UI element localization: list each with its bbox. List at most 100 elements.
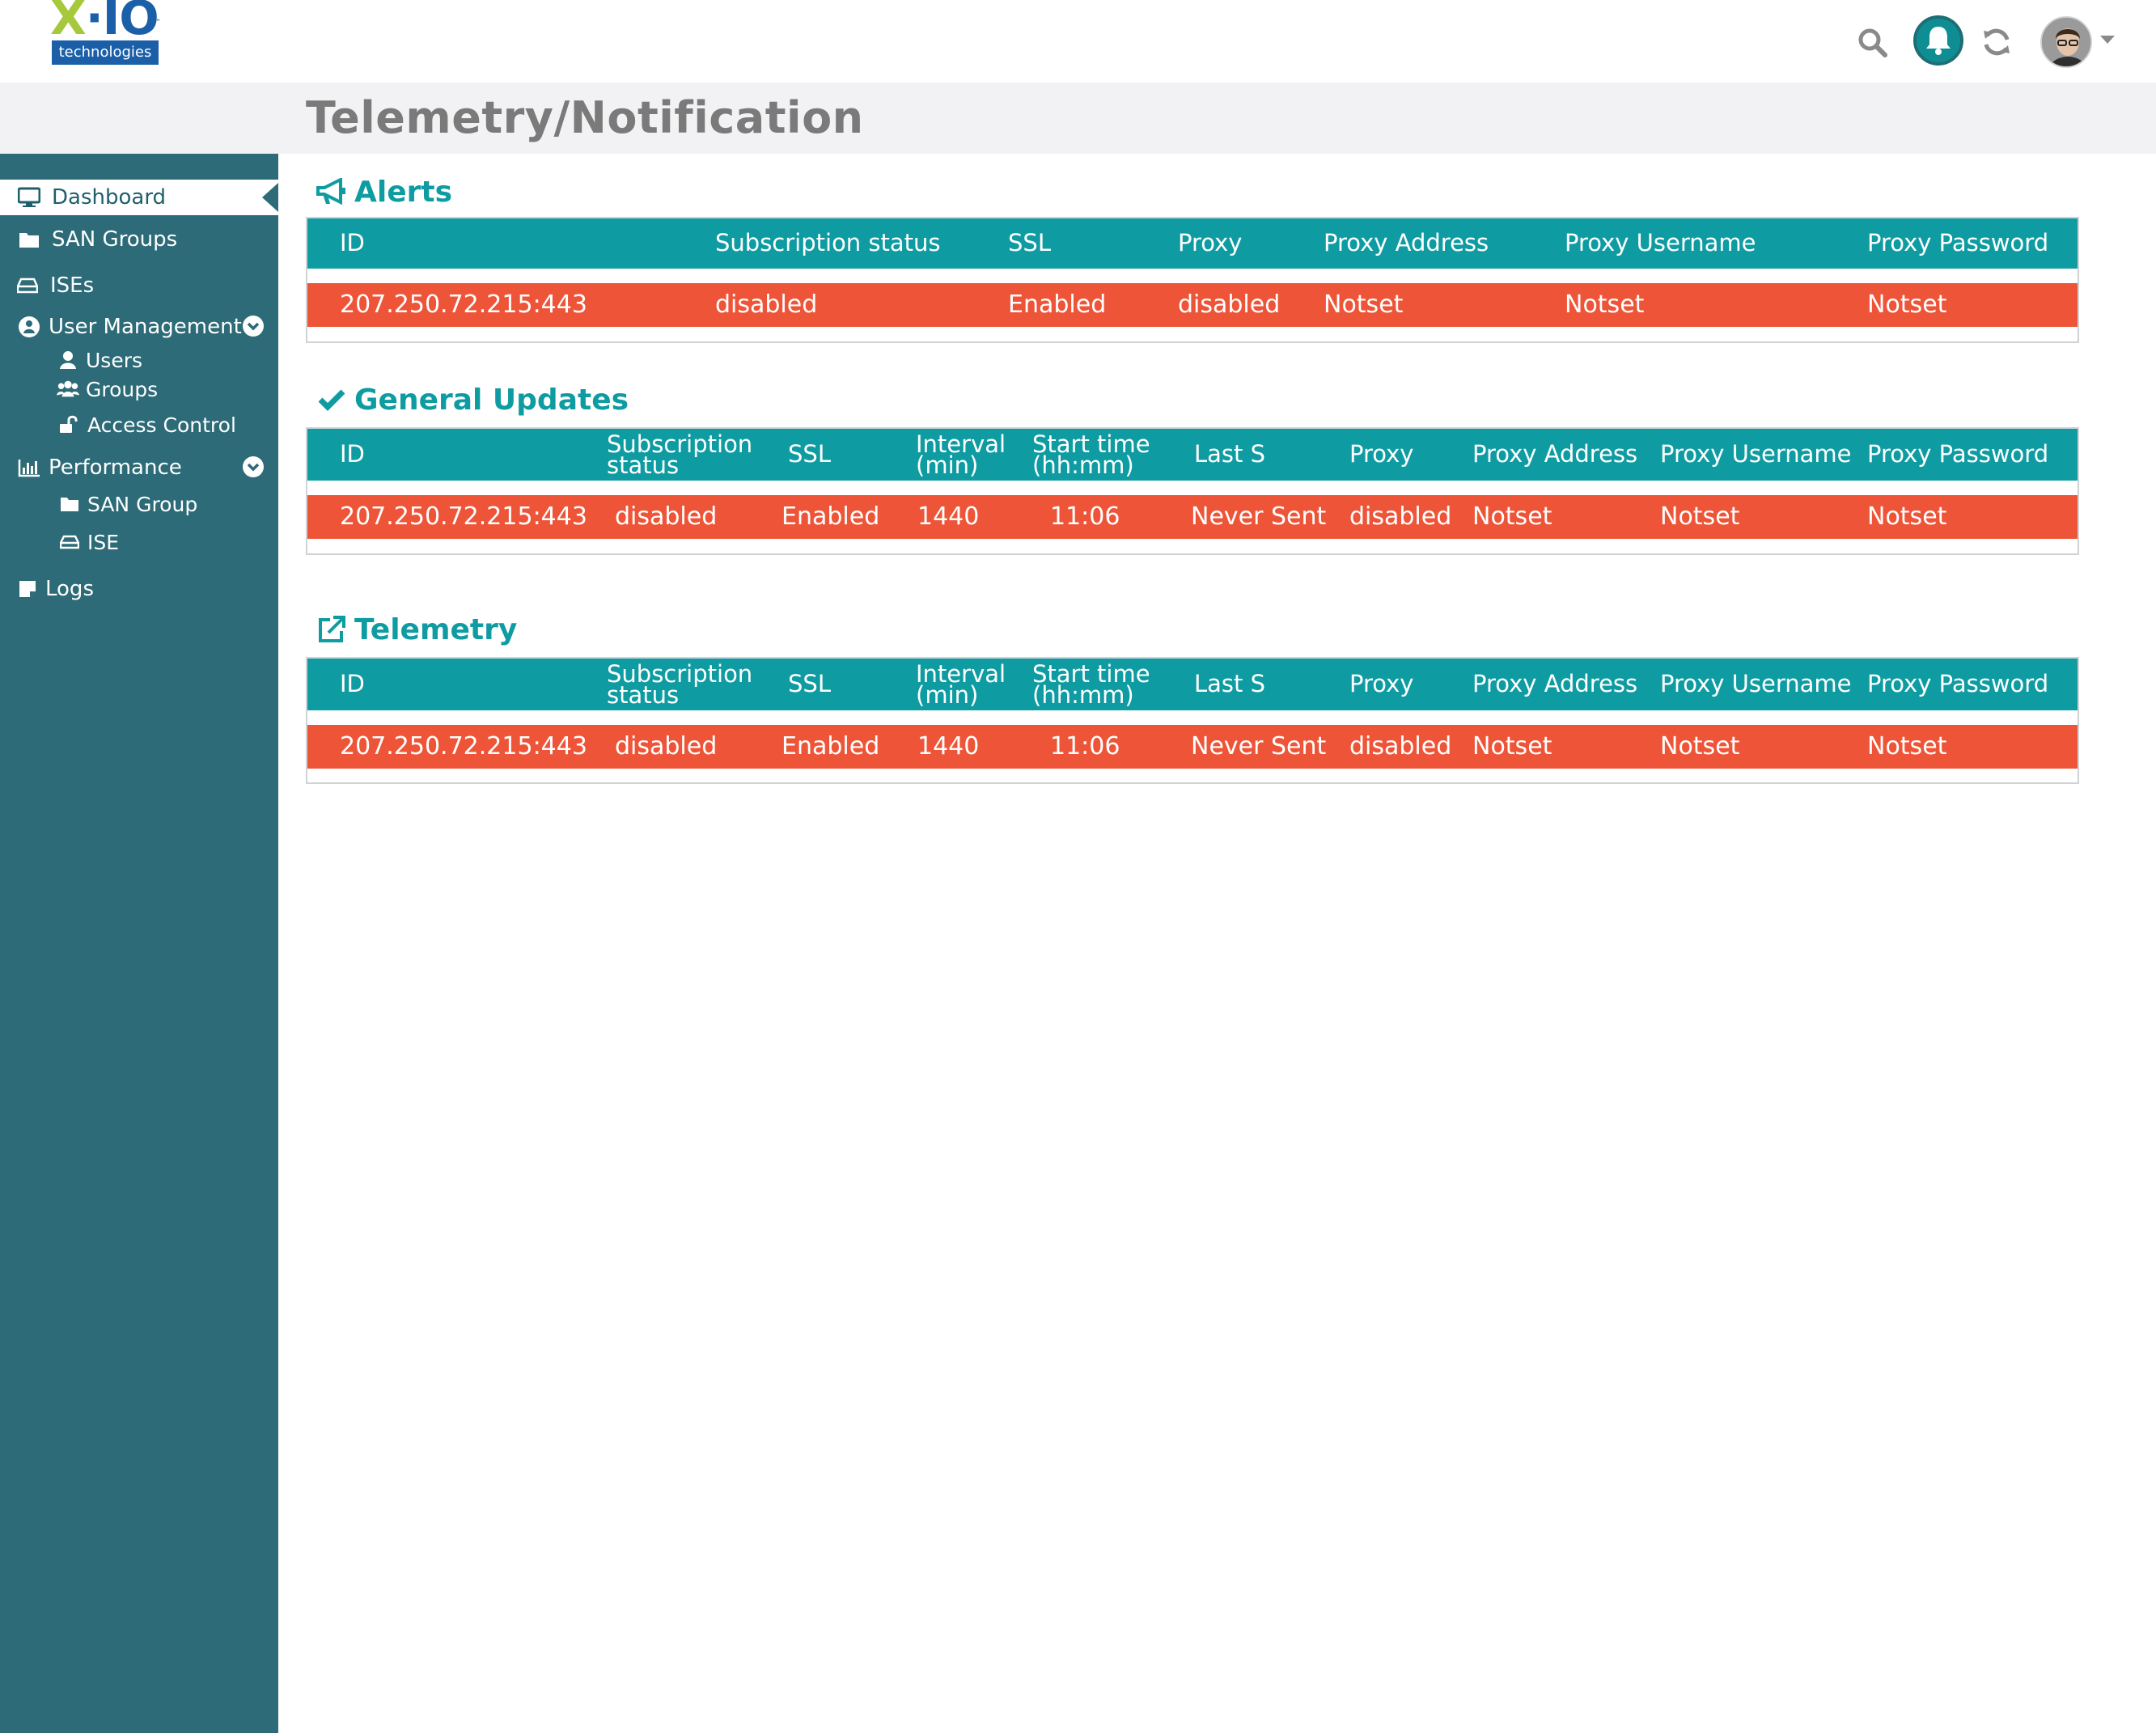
folder-icon	[58, 493, 81, 515]
table-row[interactable]: 207.250.72.215:443 disabled Enabled 1440…	[307, 495, 2078, 539]
cell-proxy-username: Notset	[1565, 290, 1645, 319]
refresh-icon	[1984, 28, 2010, 56]
col-header: Proxy Username	[1660, 670, 1852, 697]
user-menu[interactable]	[2040, 15, 2118, 68]
sidebar-item-ises[interactable]: ISEs	[0, 268, 278, 303]
table-row[interactable]: 207.250.72.215:443 disabled Enabled 1440…	[307, 725, 2078, 769]
cell-subscription-status: disabled	[615, 732, 718, 761]
col-header: ID	[340, 440, 365, 468]
cell-proxy-address: Notset	[1324, 290, 1404, 319]
col-header: Proxy	[1349, 440, 1414, 468]
col-header: Proxy	[1349, 670, 1414, 697]
col-header: Subscription status	[607, 660, 753, 709]
cell-proxy: disabled	[1349, 732, 1452, 761]
drive-icon	[16, 274, 39, 297]
note-icon	[16, 578, 39, 600]
alerts-table: ID Subscription status SSL Proxy Proxy A…	[306, 217, 2079, 343]
sidebar-item-san-groups[interactable]: SAN Groups	[0, 222, 278, 257]
sidebar-item-label: ISE	[87, 530, 120, 554]
sidebar-item-logs[interactable]: Logs	[0, 571, 278, 607]
user-icon	[57, 349, 79, 371]
table-row[interactable]: 207.250.72.215:443 disabled Enabled disa…	[307, 283, 2078, 327]
logo-tagline: technologies	[52, 40, 159, 65]
col-header: SSL	[788, 440, 831, 468]
sidebar-item-ise[interactable]: ISE	[0, 527, 278, 557]
cell-proxy: disabled	[1178, 290, 1281, 319]
sidebar-item-label: Users	[86, 348, 143, 372]
cell-interval: 1440	[917, 502, 980, 531]
col-header: Proxy Username	[1660, 440, 1852, 468]
col-header: Proxy Password	[1867, 229, 2049, 256]
cell-proxy-password: Notset	[1867, 732, 1947, 761]
cell-subscription-status: disabled	[715, 290, 818, 319]
col-header: Last S	[1194, 670, 1266, 697]
sidebar-item-label: ISEs	[50, 273, 95, 298]
sidebar-item-performance[interactable]: Performance	[0, 450, 278, 485]
caret-down-icon	[2100, 36, 2115, 44]
sidebar-item-users[interactable]: Users	[0, 345, 278, 375]
general-updates-table: ID Subscription status SSL Interval (min) …	[306, 427, 2079, 555]
cell-subscription-status: disabled	[615, 502, 718, 531]
cell-interval: 1440	[917, 732, 980, 761]
table-header: ID Subscription status SSL Proxy Proxy A…	[307, 218, 2078, 269]
col-header: Proxy Address	[1472, 440, 1638, 468]
chevron-down-icon[interactable]	[243, 316, 264, 337]
col-header: Start time (hh:mm)	[1032, 430, 1150, 479]
alerts-section-title: Alerts	[316, 172, 452, 212]
sidebar-item-san-group[interactable]: SAN Group	[0, 489, 278, 519]
search-icon	[1858, 28, 1887, 57]
telemetry-table: ID Subscription status SSL Interval (min) …	[306, 657, 2079, 784]
col-header: Proxy Password	[1867, 440, 2049, 468]
col-header: Start time (hh:mm)	[1032, 660, 1150, 709]
col-header: SSL	[788, 670, 831, 697]
cell-proxy-password: Notset	[1867, 290, 1947, 319]
notifications-button[interactable]	[1913, 15, 1963, 66]
folder-icon	[18, 228, 40, 251]
cell-proxy-username: Notset	[1660, 732, 1740, 761]
page-title-bar: Telemetry/Notification	[0, 83, 2156, 154]
cell-proxy-address: Notset	[1472, 732, 1552, 761]
cell-proxy-address: Notset	[1472, 502, 1552, 531]
avatar	[2040, 16, 2092, 68]
cell-start-time: 11:06	[1050, 502, 1120, 531]
sidebar-item-dashboard[interactable]: Dashboard	[0, 180, 278, 215]
cell-id: 207.250.72.215:443	[340, 290, 587, 319]
logo-wordmark: X·IO ™	[50, 0, 161, 45]
col-header: ID	[340, 229, 365, 256]
cell-proxy-password: Notset	[1867, 502, 1947, 531]
col-header: Interval (min)	[916, 430, 1006, 479]
sidebar-item-groups[interactable]: Groups	[0, 374, 278, 405]
sidebar-item-user-management[interactable]: User Management	[0, 309, 278, 345]
sidebar-item-label: SAN Group	[87, 492, 198, 516]
sidebar-item-access-control[interactable]: Access Control	[0, 409, 278, 440]
col-header: ID	[340, 670, 365, 697]
xio-logo[interactable]: X·IO ™ technologies	[50, 0, 161, 66]
bell-icon	[1926, 27, 1951, 55]
cell-ssl: Enabled	[781, 502, 880, 531]
col-header: Proxy	[1178, 229, 1243, 256]
cell-proxy: disabled	[1349, 502, 1452, 531]
cell-last-sent: Never Sent	[1191, 732, 1327, 761]
sidebar-item-label: Access Control	[87, 413, 236, 437]
cell-id: 207.250.72.215:443	[340, 502, 587, 531]
top-bar: X·IO ™ technologies	[0, 0, 2156, 83]
page-title: Telemetry/Notification	[306, 92, 864, 143]
sidebar-item-label: Groups	[86, 377, 159, 401]
checkmark-icon	[316, 383, 348, 416]
cell-ssl: Enabled	[1008, 290, 1107, 319]
section-title-text: Telemetry	[354, 612, 518, 646]
monitor-icon	[18, 186, 40, 209]
col-header: Subscription status	[607, 430, 753, 479]
sidebar-item-label: User Management	[49, 315, 242, 339]
search-button[interactable]	[1845, 18, 1901, 68]
chevron-down-icon[interactable]	[243, 456, 264, 477]
col-header: Proxy Password	[1867, 670, 2049, 697]
cell-start-time: 11:06	[1050, 732, 1120, 761]
section-title-text: Alerts	[354, 175, 453, 209]
col-header: Interval (min)	[916, 660, 1006, 709]
cell-id: 207.250.72.215:443	[340, 732, 587, 761]
refresh-button[interactable]	[1974, 19, 2019, 65]
sidebar-item-label: Dashboard	[52, 185, 167, 210]
bar-chart-icon	[18, 456, 40, 479]
megaphone-icon	[316, 176, 348, 208]
